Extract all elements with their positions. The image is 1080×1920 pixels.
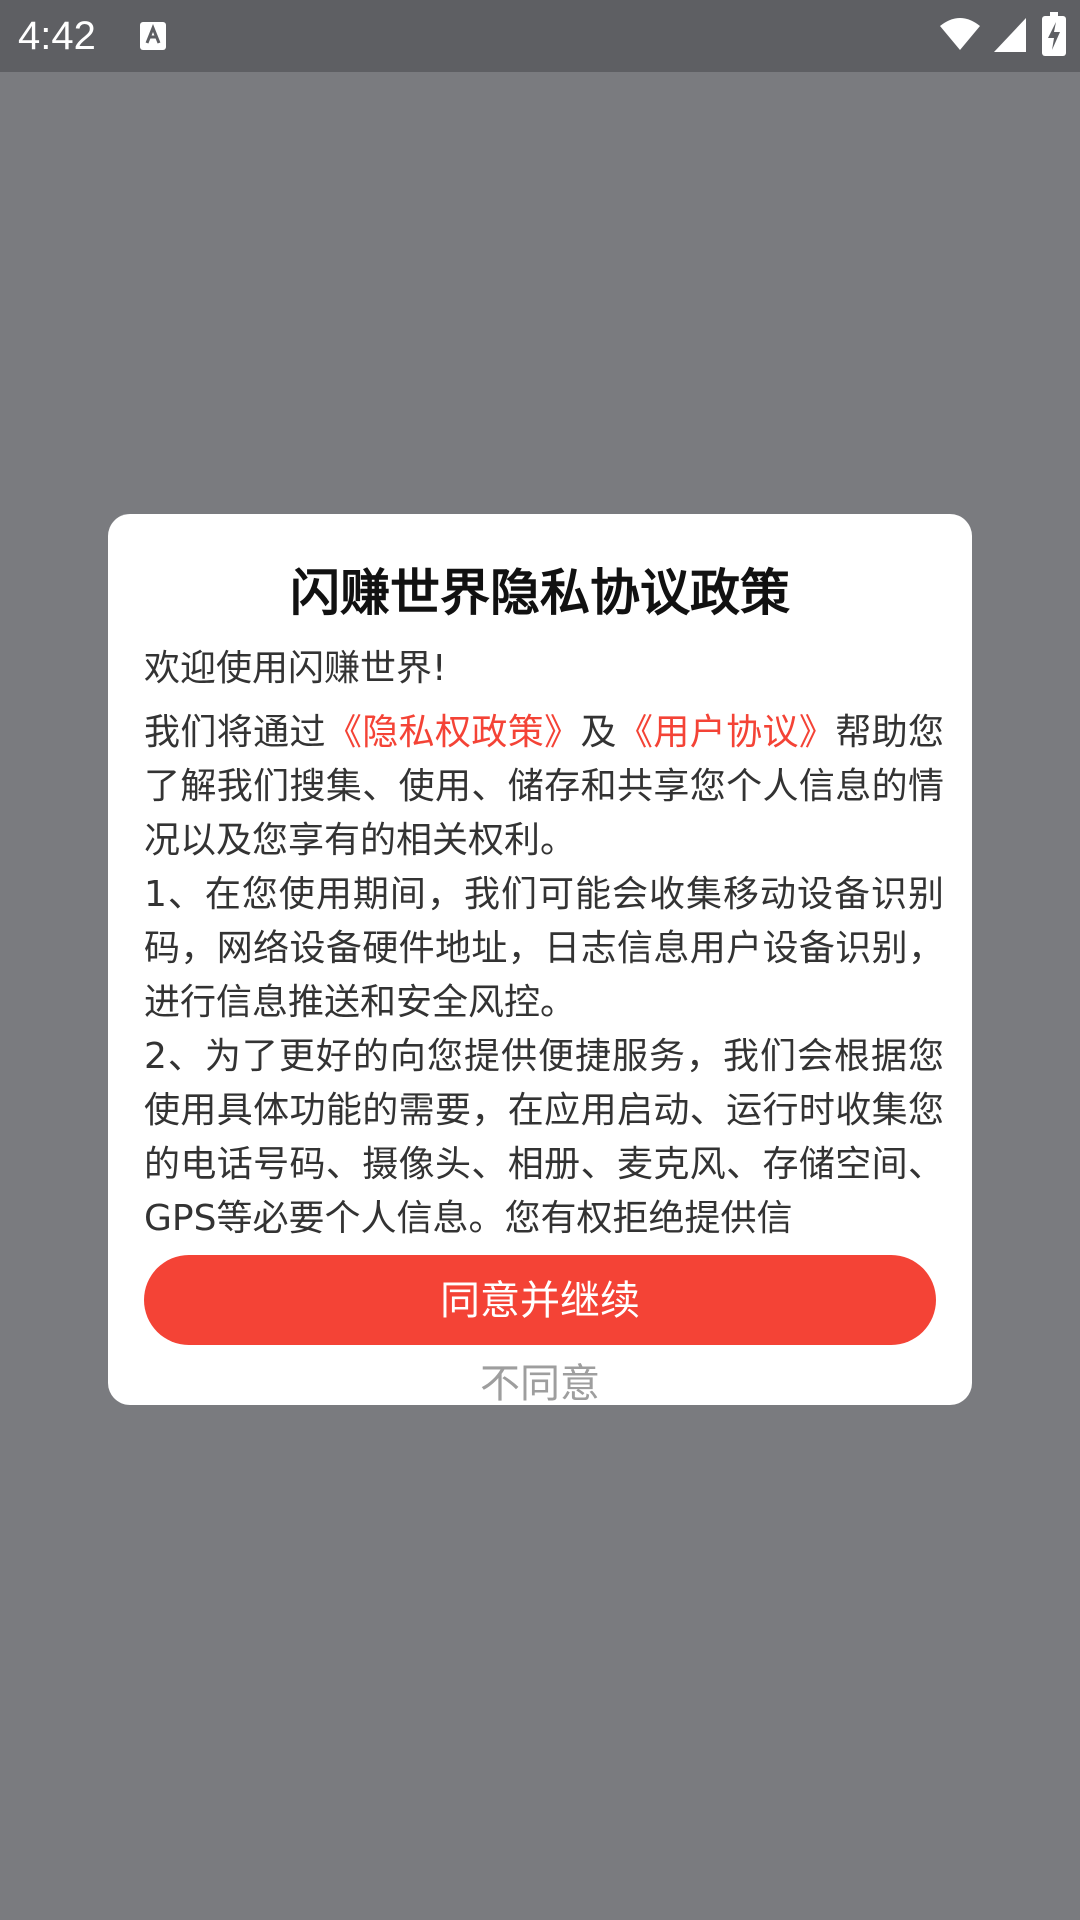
dialog-title: 闪赚世界隐私协议政策 — [290, 564, 790, 622]
intro-paragraph: 我们将通过《隐私权政策》及《用户协议》帮助您了解我们搜集、使用、储存和共享您个人… — [144, 706, 944, 868]
wifi-icon — [938, 14, 982, 58]
status-icons — [938, 12, 1066, 60]
text-a-icon — [138, 20, 168, 52]
status-bar: 4:42 — [0, 0, 1080, 72]
policy-text-scroll[interactable]: 欢迎使用闪赚世界! 我们将通过《隐私权政策》及《用户协议》帮助您了解我们搜集、使… — [144, 642, 944, 1238]
disagree-button[interactable]: 不同意 — [108, 1354, 972, 1405]
greeting-text: 欢迎使用闪赚世界! — [144, 648, 447, 689]
policy-item-2: 2、为了更好的向您提供便捷服务，我们会根据您使用具体功能的需要，在应用启动、运行… — [144, 1036, 944, 1238]
battery-charging-icon — [1042, 12, 1066, 60]
agree-continue-button[interactable]: 同意并继续 — [144, 1255, 936, 1345]
intro-and: 及 — [580, 712, 617, 753]
policy-item-1: 1、在您使用期间，我们可能会收集移动设备识别码，网络设备硬件地址，日志信息用户设… — [144, 874, 944, 1023]
intro-prefix: 我们将通过 — [144, 712, 326, 753]
privacy-dialog: 闪赚世界隐私协议政策 欢迎使用闪赚世界! 我们将通过《隐私权政策》及《用户协议》… — [108, 514, 972, 1405]
privacy-policy-link[interactable]: 《隐私权政策》 — [326, 712, 581, 753]
status-time: 4:42 — [18, 14, 96, 58]
user-agreement-link[interactable]: 《用户协议》 — [617, 712, 835, 753]
signal-icon — [992, 14, 1028, 58]
policy-text-content: 欢迎使用闪赚世界! 我们将通过《隐私权政策》及《用户协议》帮助您了解我们搜集、使… — [144, 642, 944, 1238]
